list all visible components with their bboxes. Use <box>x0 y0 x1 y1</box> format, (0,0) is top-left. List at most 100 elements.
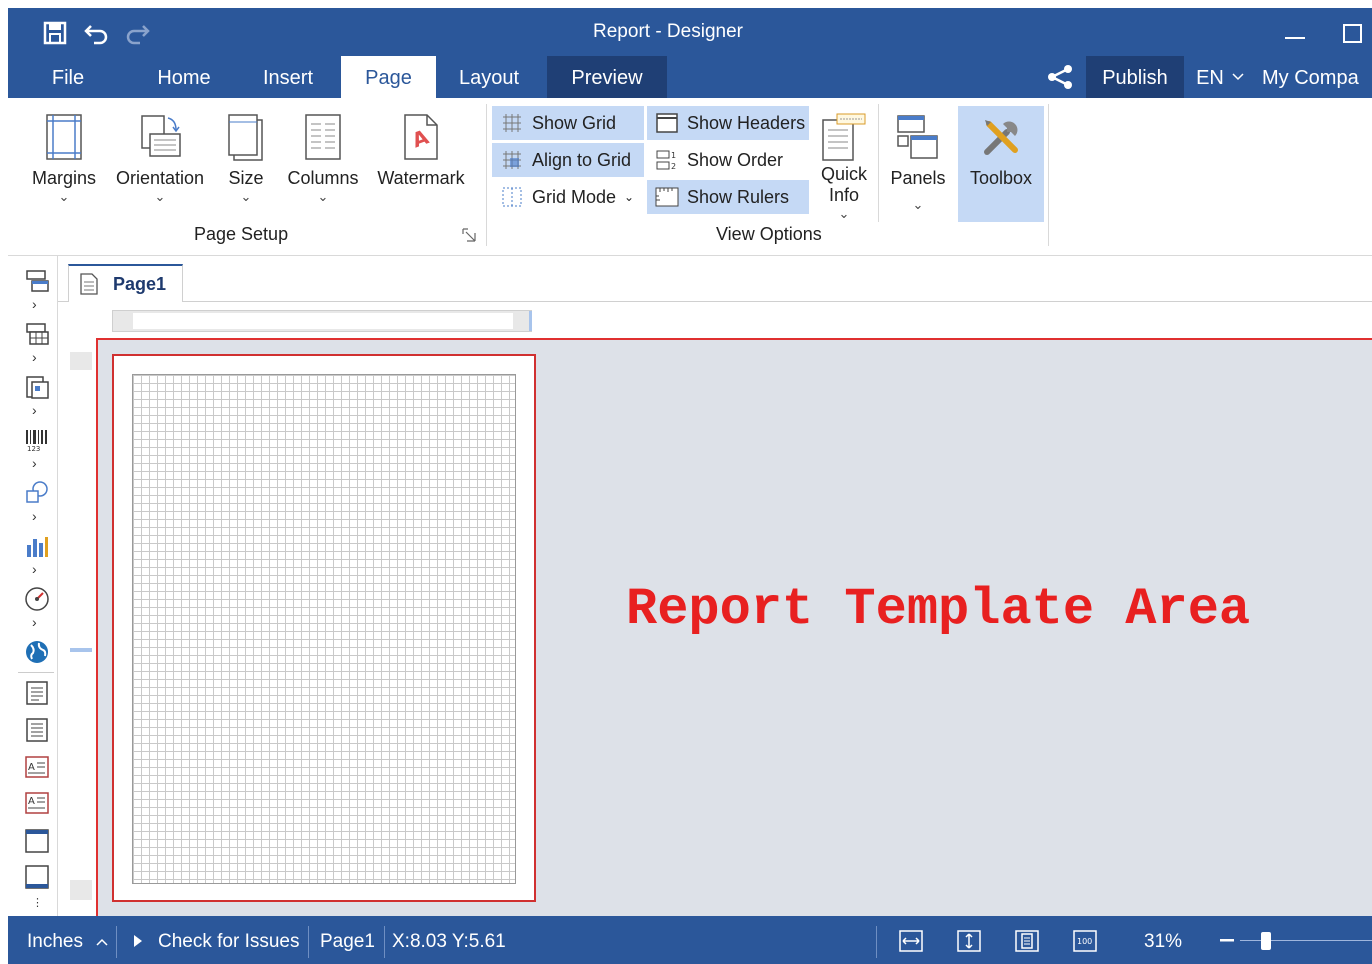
play-icon[interactable] <box>132 934 144 948</box>
chevron-up-icon[interactable] <box>96 938 108 946</box>
table-band-icon[interactable] <box>24 321 50 347</box>
text-icon[interactable] <box>24 680 50 706</box>
left-toolbar: › › › 123 › › › › A A ⋮ <box>8 256 58 916</box>
columns-label: Columns <box>287 168 359 188</box>
chevron-right-icon[interactable]: › <box>32 455 37 471</box>
page-icon <box>80 273 98 295</box>
ribbon-tabs: File Home Insert Page Layout Preview Pub… <box>8 56 1372 98</box>
quick-info-label-1: Quick <box>820 164 867 184</box>
zoom-slider-track[interactable] <box>1240 940 1372 941</box>
vertical-ruler[interactable] <box>70 352 92 900</box>
panel-top-icon[interactable] <box>24 828 50 854</box>
page-tab[interactable]: Page1 <box>68 264 183 302</box>
headers-icon <box>656 113 678 133</box>
show-headers-button[interactable]: Show Headers <box>647 106 809 140</box>
barcode-icon[interactable]: 123 <box>24 427 50 453</box>
tab-home[interactable]: Home <box>138 56 230 98</box>
chevron-right-icon[interactable]: › <box>32 508 37 524</box>
size-button[interactable]: Size ⌄ <box>218 108 274 205</box>
size-icon <box>228 114 263 161</box>
ruler-page-region <box>70 370 92 880</box>
dialog-launcher-icon[interactable] <box>462 228 476 242</box>
tab-page[interactable]: Page <box>341 56 436 98</box>
show-rulers-label: Show Rulers <box>687 186 790 207</box>
band-icon[interactable] <box>24 268 50 294</box>
tab-insert[interactable]: Insert <box>240 56 336 98</box>
current-page-label: Page1 <box>320 931 375 952</box>
svg-text:1: 1 <box>671 151 676 160</box>
text-in-cells-icon[interactable]: A <box>24 754 50 780</box>
report-page[interactable] <box>112 354 536 902</box>
publish-button[interactable]: Publish <box>1086 56 1184 98</box>
ribbon-page: Margins ⌄ Orientation ⌄ Size ⌄ Columns ⌄… <box>8 98 1372 256</box>
shapes-icon[interactable] <box>24 480 50 506</box>
design-grid[interactable] <box>132 374 516 884</box>
toolbox-button[interactable]: Toolbox <box>958 106 1044 222</box>
designer-area: Page1 Report Template Area <box>58 256 1372 918</box>
subreport-icon[interactable] <box>24 374 50 400</box>
minimize-icon[interactable] <box>1282 20 1308 46</box>
chevron-right-icon[interactable]: › <box>32 402 37 418</box>
panel-bottom-icon[interactable] <box>24 864 50 890</box>
grid-mode-label: Grid Mode <box>532 186 617 207</box>
chevron-right-icon[interactable]: › <box>32 614 37 630</box>
horizontal-ruler[interactable] <box>112 310 532 332</box>
panels-icon <box>897 115 938 159</box>
order-icon: 12 <box>656 150 676 171</box>
ruler-page-region <box>133 313 513 329</box>
ruler-marker <box>529 311 532 331</box>
company-selector[interactable]: My Compa <box>1262 56 1372 98</box>
margins-label: Margins <box>31 168 97 188</box>
show-rulers-button[interactable]: Show Rulers <box>647 180 809 214</box>
chevron-down-icon: ⌄ <box>154 189 166 204</box>
rich-text-icon[interactable] <box>24 717 50 743</box>
tab-layout[interactable]: Layout <box>444 56 534 98</box>
window-title: Report - Designer <box>593 21 743 42</box>
language-selector[interactable]: EN <box>1190 56 1230 98</box>
watermark-button[interactable]: A Watermark <box>374 108 468 189</box>
toolbox-icon <box>984 120 1018 155</box>
chevron-down-icon[interactable] <box>1232 72 1244 82</box>
align-to-grid-button[interactable]: Align to Grid <box>492 143 644 177</box>
chevron-right-icon[interactable]: › <box>32 296 37 312</box>
units-selector[interactable]: Inches <box>27 916 83 964</box>
margins-button[interactable]: Margins ⌄ <box>26 108 102 205</box>
actual-size-icon[interactable]: 100 <box>1072 929 1098 953</box>
more-icon[interactable]: ⋮ <box>32 896 43 909</box>
show-grid-button[interactable]: Show Grid <box>492 106 644 140</box>
whole-page-icon[interactable] <box>1014 929 1040 953</box>
size-label: Size <box>228 168 264 188</box>
zoom-slider-thumb[interactable] <box>1261 932 1271 950</box>
tab-preview[interactable]: Preview <box>547 56 667 98</box>
chevron-right-icon[interactable]: › <box>32 349 37 365</box>
page-setup-group-label: Page Setup <box>194 224 289 244</box>
report-template-area[interactable]: Report Template Area <box>96 338 1372 918</box>
svg-text:100: 100 <box>1077 937 1092 946</box>
image-text-icon[interactable]: A <box>24 790 50 816</box>
orientation-button[interactable]: Orientation ⌄ <box>112 108 208 205</box>
zoom-level: 31% <box>1144 931 1183 952</box>
columns-button[interactable]: Columns ⌄ <box>286 108 360 205</box>
group-separator <box>878 104 879 222</box>
svg-text:123: 123 <box>27 445 40 453</box>
fit-width-icon[interactable] <box>898 929 924 953</box>
show-order-button[interactable]: 12 Show Order <box>647 143 809 177</box>
tab-file[interactable]: File <box>28 56 108 98</box>
maximize-icon[interactable] <box>1340 20 1366 46</box>
quick-info-label-2: Info <box>828 185 860 205</box>
globe-map-icon[interactable] <box>24 639 50 665</box>
share-icon[interactable] <box>1044 62 1076 92</box>
grid-mode-dropdown[interactable]: Grid Mode ⌄ <box>492 180 644 214</box>
gauge-icon[interactable] <box>24 586 50 612</box>
quick-info-button[interactable]: Quick Info ⌄ <box>816 106 872 222</box>
chart-icon[interactable] <box>24 533 50 559</box>
fit-height-icon[interactable] <box>956 929 982 953</box>
zoom-out-icon[interactable] <box>1220 938 1234 942</box>
check-for-issues-button[interactable]: Check for Issues <box>158 916 300 964</box>
chevron-right-icon[interactable]: › <box>32 561 37 577</box>
status-bar: Inches Check for Issues Page1 X:8.03 Y:5… <box>8 916 1372 964</box>
quick-info-icon <box>822 113 866 161</box>
panels-button[interactable]: Panels ⌄ <box>886 108 950 213</box>
margins-icon <box>46 114 82 160</box>
chevron-down-icon: ⌄ <box>624 190 635 204</box>
